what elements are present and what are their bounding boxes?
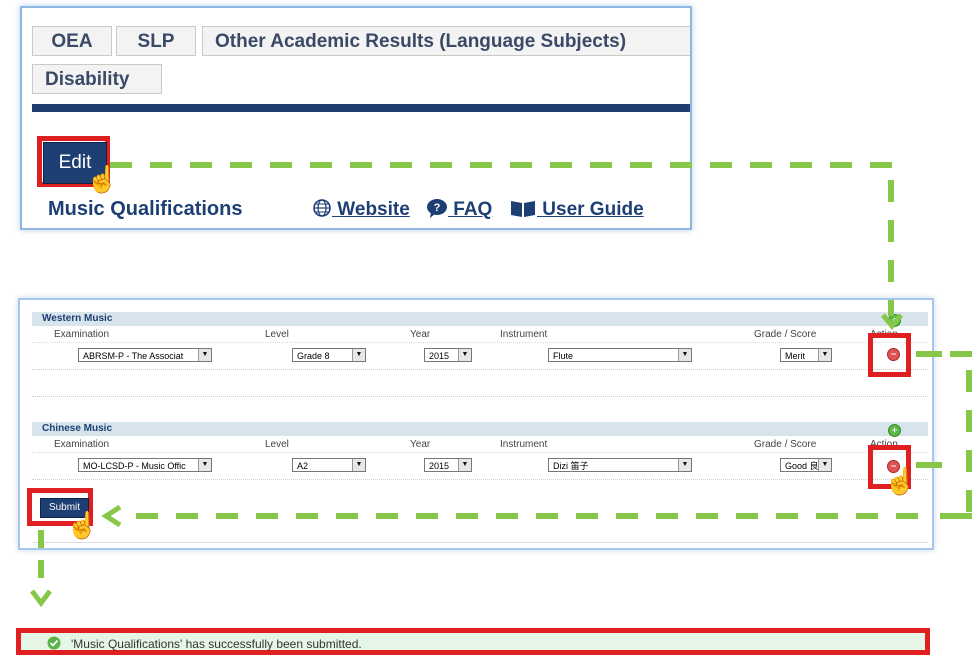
year-select[interactable]: 2015 ▼ bbox=[424, 348, 472, 362]
svg-text:?: ? bbox=[434, 202, 441, 214]
col-grade-score: Grade / Score bbox=[754, 329, 817, 340]
arrow-left-icon bbox=[101, 504, 122, 528]
examination-select[interactable]: ABRSM-P - The Associat ▼ bbox=[78, 348, 212, 362]
pointer-hand-icon: ☝ bbox=[884, 466, 917, 496]
chevron-down-icon: ▼ bbox=[678, 349, 691, 361]
form-footer bbox=[32, 480, 928, 543]
remove-icon[interactable]: − bbox=[887, 348, 900, 361]
grade-select[interactable]: Good 良 ▼ bbox=[780, 458, 832, 472]
chevron-down-icon: ▼ bbox=[352, 459, 365, 471]
table-row bbox=[32, 370, 928, 397]
faq-link[interactable]: ? FAQ bbox=[426, 198, 492, 221]
chevron-down-icon: ▼ bbox=[818, 459, 831, 471]
western-music-header: Western Music bbox=[32, 312, 928, 326]
chevron-down-icon: ▼ bbox=[818, 349, 831, 361]
col-grade-score: Grade / Score bbox=[754, 439, 817, 450]
tab-other-academic-results[interactable]: Other Academic Results (Language Subject… bbox=[202, 26, 690, 56]
tab-disability[interactable]: Disability bbox=[32, 64, 162, 94]
website-link-label: Website bbox=[337, 199, 410, 220]
grade-select[interactable]: Merit ▼ bbox=[780, 348, 832, 362]
chevron-down-icon: ▼ bbox=[198, 349, 211, 361]
col-examination: Examination bbox=[54, 439, 110, 450]
faq-link-label: FAQ bbox=[453, 199, 493, 220]
chevron-down-icon: ▼ bbox=[198, 459, 211, 471]
chinese-music-header: Chinese Music bbox=[32, 422, 928, 436]
profile-tabs-panel: OEA SLP Other Academic Results (Language… bbox=[20, 6, 692, 230]
user-guide-link-label: User Guide bbox=[542, 199, 644, 220]
add-icon[interactable]: + bbox=[888, 424, 901, 437]
level-select[interactable]: Grade 8 ▼ bbox=[292, 348, 366, 362]
pointer-hand-icon: ☝ bbox=[66, 510, 99, 540]
chevron-down-icon: ▼ bbox=[352, 349, 365, 361]
website-link[interactable]: Website bbox=[312, 198, 410, 221]
col-year: Year bbox=[410, 329, 431, 340]
col-level: Level bbox=[265, 329, 289, 340]
examination-select[interactable]: MO-LCSD-P - Music Offic ▼ bbox=[78, 458, 212, 472]
chevron-down-icon: ▼ bbox=[458, 349, 471, 361]
tab-slp[interactable]: SLP bbox=[116, 26, 196, 56]
year-select[interactable]: 2015 ▼ bbox=[424, 458, 472, 472]
globe-icon bbox=[313, 199, 331, 217]
instrument-select[interactable]: Dizi 笛子 ▼ bbox=[548, 458, 692, 472]
col-instrument: Instrument bbox=[500, 439, 548, 450]
instrument-select[interactable]: Flute ▼ bbox=[548, 348, 692, 362]
col-year: Year bbox=[410, 439, 431, 450]
col-instrument: Instrument bbox=[500, 329, 548, 340]
chevron-down-icon: ▼ bbox=[458, 459, 471, 471]
pointer-hand-icon: ☝ bbox=[86, 164, 119, 194]
col-examination: Examination bbox=[54, 329, 110, 340]
success-message-text: 'Music Qualifications' has successfully … bbox=[71, 637, 362, 651]
question-bubble-icon: ? bbox=[427, 199, 447, 218]
level-select[interactable]: A2 ▼ bbox=[292, 458, 366, 472]
tab-oea[interactable]: OEA bbox=[32, 26, 112, 56]
book-icon bbox=[511, 201, 535, 217]
user-guide-link[interactable]: User Guide bbox=[509, 198, 644, 221]
success-message-banner: 'Music Qualifications' has successfully … bbox=[16, 628, 930, 655]
page-title: Music Qualifications bbox=[48, 198, 243, 220]
arrow-down-icon bbox=[30, 589, 52, 608]
arrow-down-icon bbox=[881, 313, 903, 330]
col-level: Level bbox=[265, 439, 289, 450]
check-circle-icon bbox=[47, 636, 61, 650]
chevron-down-icon: ▼ bbox=[678, 459, 691, 471]
table-row bbox=[32, 396, 928, 423]
section-divider bbox=[32, 104, 690, 112]
